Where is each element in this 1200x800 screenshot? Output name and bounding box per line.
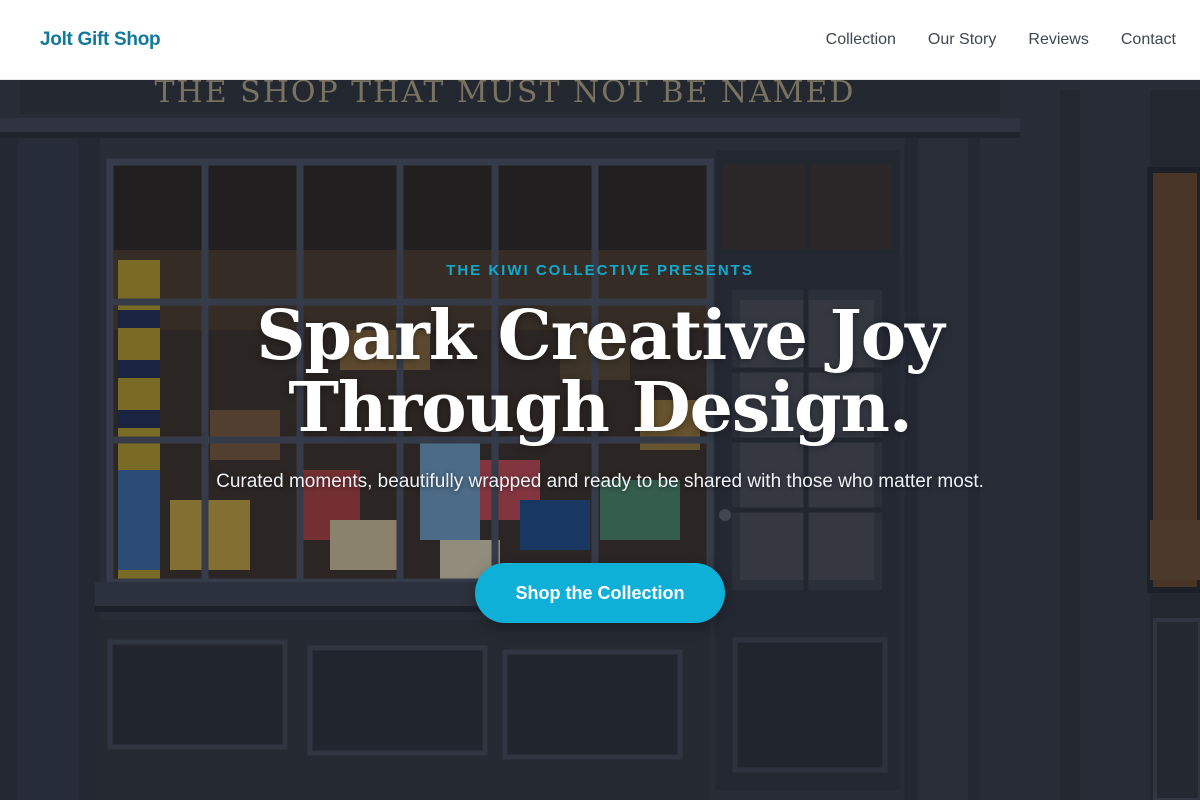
hero-section: THE SHOP THAT MUST NOT BE NAMED THE KIWI… (0, 80, 1200, 800)
nav-link-our-story[interactable]: Our Story (928, 31, 996, 49)
nav-link-contact[interactable]: Contact (1121, 31, 1176, 49)
shop-collection-button[interactable]: Shop the Collection (475, 563, 725, 623)
site-header: Jolt Gift Shop Collection Our Story Revi… (0, 0, 1200, 80)
nav-link-collection[interactable]: Collection (826, 31, 896, 49)
hero-eyebrow: THE KIWI COLLECTIVE PRESENTS (446, 262, 754, 279)
hero-headline: Spark Creative Joy Through Design. (0, 300, 1200, 444)
main-nav: Collection Our Story Reviews Contact (826, 31, 1176, 49)
nav-link-reviews[interactable]: Reviews (1028, 31, 1088, 49)
brand-logo[interactable]: Jolt Gift Shop (40, 29, 161, 51)
hero-content: THE KIWI COLLECTIVE PRESENTS Spark Creat… (0, 80, 1200, 800)
hero-headline-line-1: Spark Creative Joy (256, 296, 944, 376)
hero-headline-line-2: Through Design. (288, 368, 912, 448)
hero-subtext: Curated moments, beautifully wrapped and… (216, 471, 984, 492)
